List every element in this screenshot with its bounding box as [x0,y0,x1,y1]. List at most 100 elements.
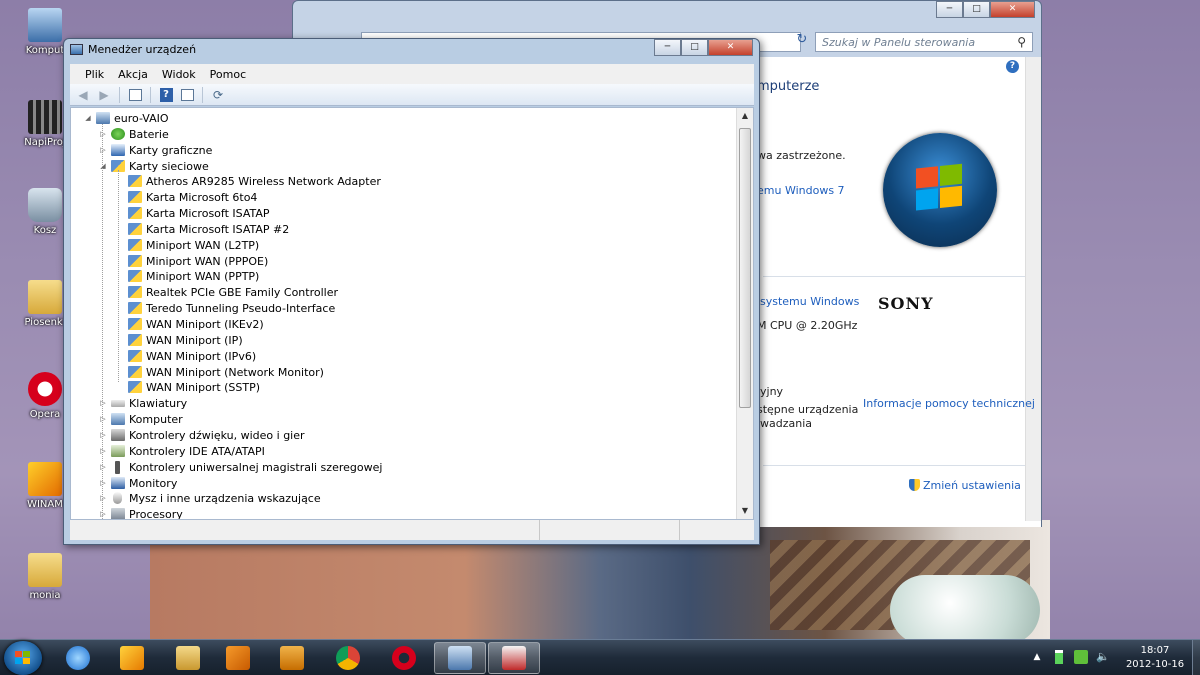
tree-device[interactable]: Atheros AR9285 Wireless Network Adapter [115,173,381,189]
taskbar-button[interactable] [322,642,374,674]
network-adapter-icon [128,270,142,282]
clock[interactable]: 18:07 2012-10-16 [1120,644,1190,672]
tree-item-label: Karta Microsoft 6to4 [146,190,258,204]
close-button[interactable]: ✕ [990,1,1035,18]
tree-device[interactable]: WAN Miniport (IP) [115,332,243,348]
system-link[interactable]: systemu Windows [760,295,859,308]
menu-bar: Plik Akcja Widok Pomoc [70,64,754,84]
search-input[interactable]: Szukaj w Panelu sterowania ⚲ [815,32,1033,52]
vertical-scrollbar[interactable]: ▲ ▼ [736,108,753,519]
scrollbar-thumb[interactable] [739,128,751,408]
search-icon[interactable]: ⚲ [1017,35,1026,49]
tree-category[interactable]: ▷ Baterie [98,126,168,142]
minimize-button[interactable]: ─ [654,39,681,56]
taskbar-button[interactable] [212,642,264,674]
menu-widok[interactable]: Widok [155,68,203,81]
help-icon[interactable]: ? [1006,60,1019,73]
show-hidden-icons-icon[interactable]: ▲ [1030,650,1044,664]
expand-arrow-icon[interactable]: ▷ [98,447,108,455]
maximize-button[interactable]: □ [681,39,708,56]
desktop-icon[interactable]: monia [10,553,80,601]
tree-item-label: WAN Miniport (Network Monitor) [146,365,324,379]
close-button[interactable]: ✕ [708,39,753,56]
view-icon[interactable] [178,87,196,103]
menu-pomoc[interactable]: Pomoc [203,68,253,81]
tree-category[interactable]: ▷ Karty graficzne [98,142,212,158]
show-desktop-button[interactable] [1192,640,1200,675]
expand-arrow-icon[interactable]: ▷ [98,399,108,407]
scroll-down-arrow-icon[interactable]: ▼ [737,503,753,519]
tree-root[interactable]: ◢ euro-VAIO [83,110,168,126]
scan-hardware-icon[interactable]: ⟳ [209,87,227,103]
taskbar-button[interactable] [266,642,318,674]
minimize-button[interactable]: ─ [936,1,963,18]
expand-arrow-icon[interactable]: ▷ [98,463,108,471]
taskbar-button[interactable] [488,642,540,674]
expand-arrow-icon[interactable]: ▷ [98,130,108,138]
collapse-arrow-icon[interactable]: ◢ [98,162,108,170]
tree-category-network[interactable]: ◢ Karty sieciowe [98,158,208,174]
taskbar: ▲ 🔈 18:07 2012-10-16 [0,639,1200,675]
tree-device[interactable]: Realtek PCIe GBE Family Controller [115,284,338,300]
action-center-icon[interactable] [1074,650,1088,664]
scrollbar[interactable] [1025,57,1041,521]
tree-device[interactable]: Karta Microsoft ISATAP [115,205,270,221]
network-adapter-icon [128,318,142,330]
forward-arrow-icon[interactable]: ▶ [95,87,113,103]
tree-item-label: Teredo Tunneling Pseudo-Interface [146,301,336,315]
media-player-icon [280,646,304,670]
tree-category[interactable]: ▷ Kontrolery dźwięku, wideo i gier [98,427,304,443]
computer-icon [96,112,110,124]
tree-category[interactable]: ▷ Klawiatury [98,395,187,411]
sony-logo: SONY [878,294,934,313]
devices-text: stępne urządzenia [757,403,859,416]
taskbar-button[interactable] [52,642,104,674]
computer-icon [28,8,62,42]
battery-icon[interactable] [1055,650,1063,664]
expand-arrow-icon[interactable]: ▷ [98,146,108,154]
tree-device[interactable]: Karta Microsoft 6to4 [115,189,257,205]
device-manager-window[interactable]: Menedżer urządzeń ─ □ ✕ Plik Akcja Widok… [63,38,760,545]
tree-device[interactable]: WAN Miniport (IKEv2) [115,316,264,332]
expand-arrow-icon[interactable]: ▷ [98,431,108,439]
menu-akcja[interactable]: Akcja [111,68,155,81]
volume-icon[interactable]: 🔈 [1096,650,1110,664]
taskbar-button[interactable] [434,642,486,674]
taskbar-button[interactable] [162,642,214,674]
expand-arrow-icon[interactable]: ▷ [98,479,108,487]
text-fragment: yjny [760,385,784,398]
collapse-arrow-icon[interactable]: ◢ [83,114,93,122]
network-adapter-icon [128,366,142,378]
tree-device[interactable]: Miniport WAN (PPTP) [115,268,259,284]
scroll-up-arrow-icon[interactable]: ▲ [737,108,753,124]
tree-category[interactable]: ▷ Kontrolery IDE ATA/ATAPI [98,443,265,459]
expand-arrow-icon[interactable]: ▷ [98,415,108,423]
windows7-link[interactable]: emu Windows 7 [757,184,845,197]
tree-device[interactable]: WAN Miniport (SSTP) [115,379,260,395]
tree-device[interactable]: WAN Miniport (IPv6) [115,348,256,364]
tree-category[interactable]: ▷ Monitory [98,475,177,491]
tree-category[interactable]: ▷ Komputer [98,411,182,427]
taskbar-button[interactable] [106,642,158,674]
tree-category[interactable]: ▷ Mysz i inne urządzenia wskazujące [98,490,320,506]
tree-device[interactable]: Karta Microsoft ISATAP #2 [115,221,289,237]
properties-icon[interactable] [126,87,144,103]
menu-plik[interactable]: Plik [78,68,111,81]
maximize-button[interactable]: □ [963,1,990,18]
expand-arrow-icon[interactable]: ▷ [98,510,108,518]
tree-category[interactable]: ▷ Kontrolery uniwersalnej magistrali szer… [98,459,382,475]
support-link[interactable]: Informacje pomocy technicznej [863,397,1035,410]
refresh-icon[interactable]: ↻ [793,32,811,52]
start-button[interactable] [4,641,42,675]
tree-item-label: Atheros AR9285 Wireless Network Adapter [146,174,381,188]
tree-device[interactable]: Miniport WAN (PPPOE) [115,253,268,269]
tree-device[interactable]: Miniport WAN (L2TP) [115,237,259,253]
back-arrow-icon[interactable]: ◀ [74,87,92,103]
taskbar-button[interactable] [378,642,430,674]
tree-device[interactable]: Teredo Tunneling Pseudo-Interface [115,300,335,316]
expand-arrow-icon[interactable]: ▷ [98,494,108,502]
help-icon[interactable]: ? [157,87,175,103]
tree-category[interactable]: ▷ Procesory [98,506,183,519]
change-settings-link[interactable]: Zmień ustawienia [909,479,1021,492]
tree-device[interactable]: WAN Miniport (Network Monitor) [115,364,324,380]
